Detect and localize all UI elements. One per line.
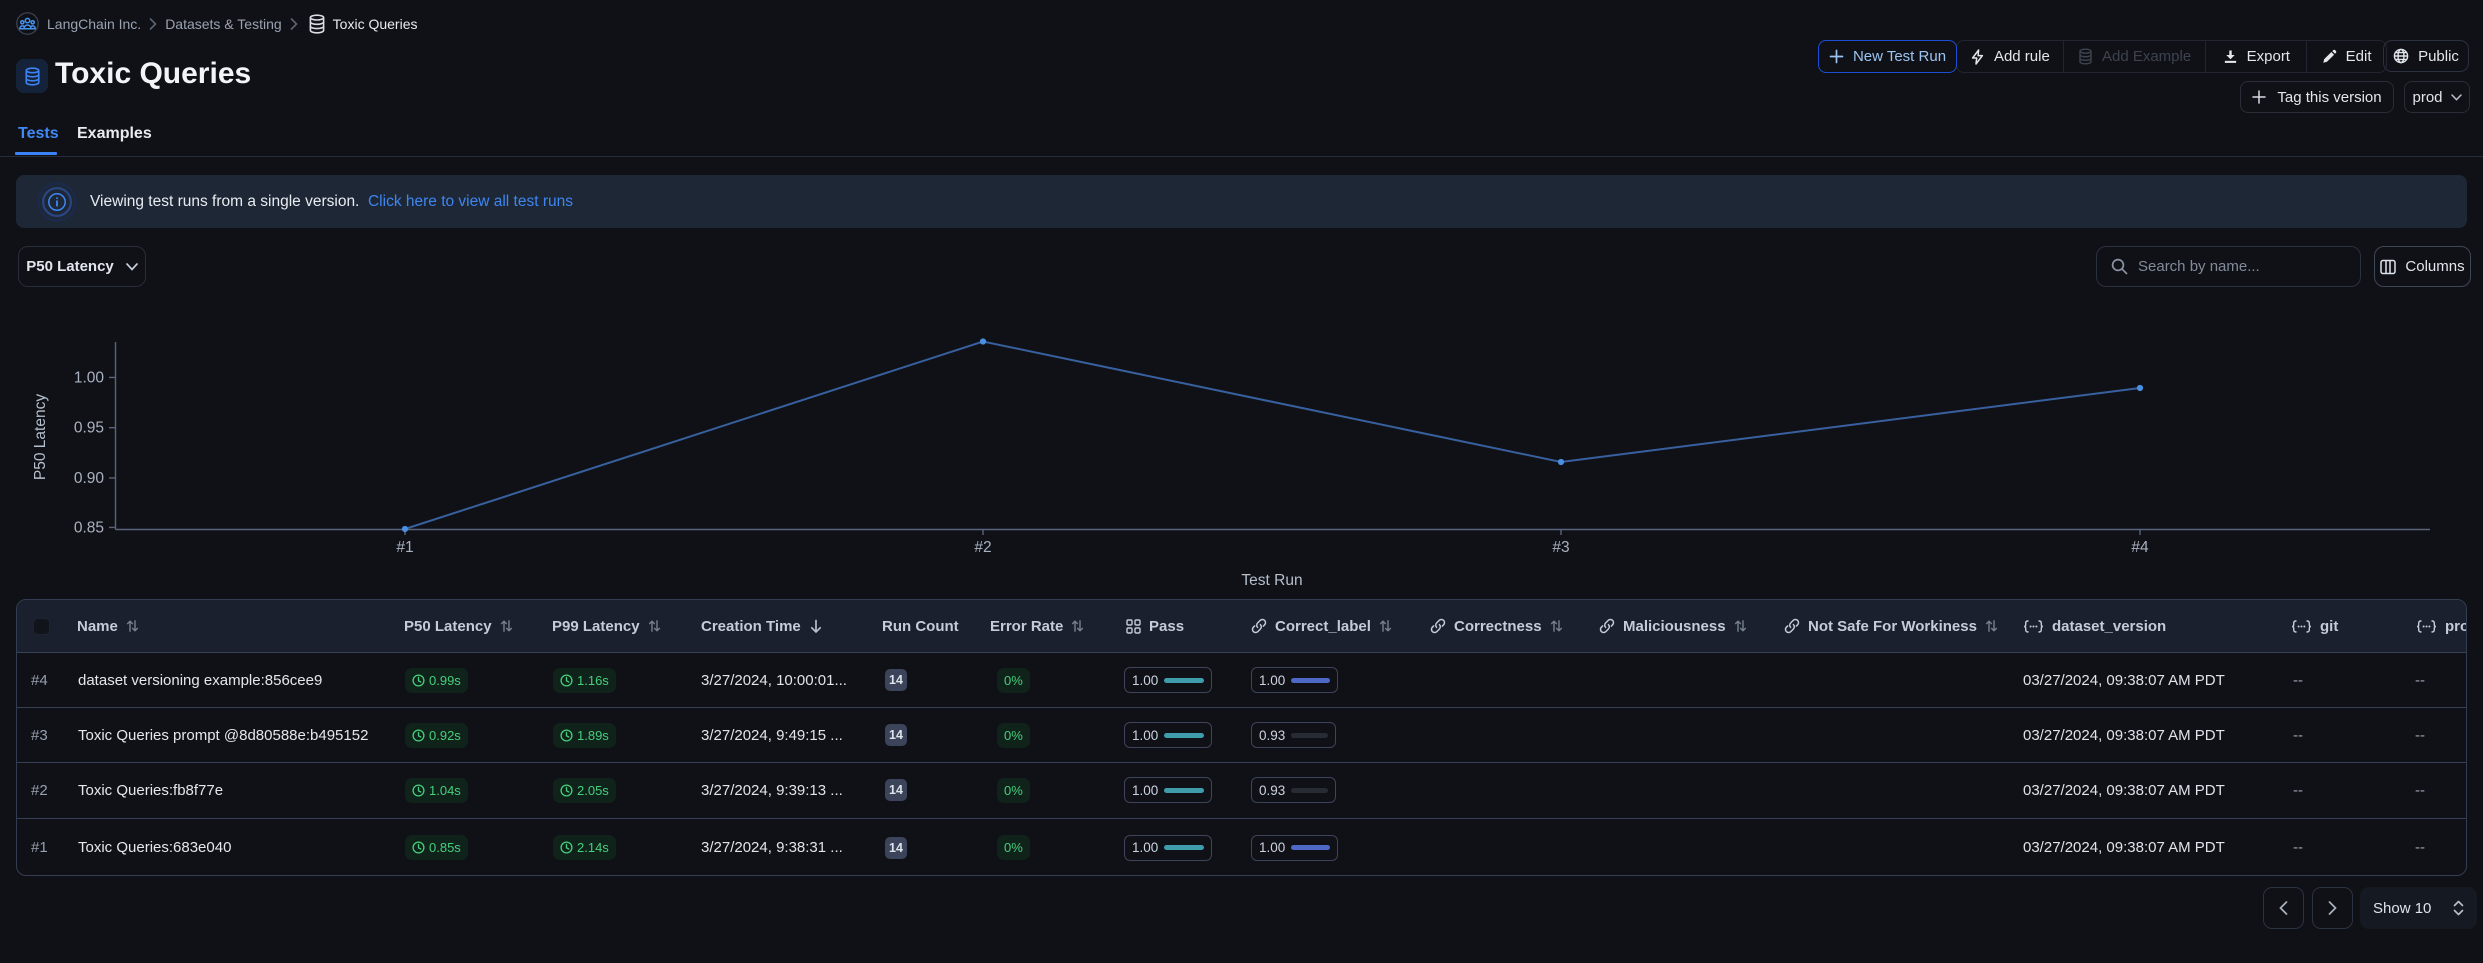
svg-text:#2: #2: [974, 539, 991, 556]
svg-text:0.85: 0.85: [74, 519, 104, 536]
svg-text:0.90: 0.90: [74, 470, 105, 487]
svg-text:P50 Latency: P50 Latency: [32, 394, 49, 480]
svg-text:#1: #1: [396, 539, 413, 556]
svg-text:0.95: 0.95: [74, 420, 104, 437]
svg-text:#4: #4: [2131, 539, 2149, 556]
svg-text:#3: #3: [1552, 539, 1569, 556]
svg-text:Test Run: Test Run: [1241, 572, 1302, 589]
svg-text:1.00: 1.00: [74, 369, 105, 386]
